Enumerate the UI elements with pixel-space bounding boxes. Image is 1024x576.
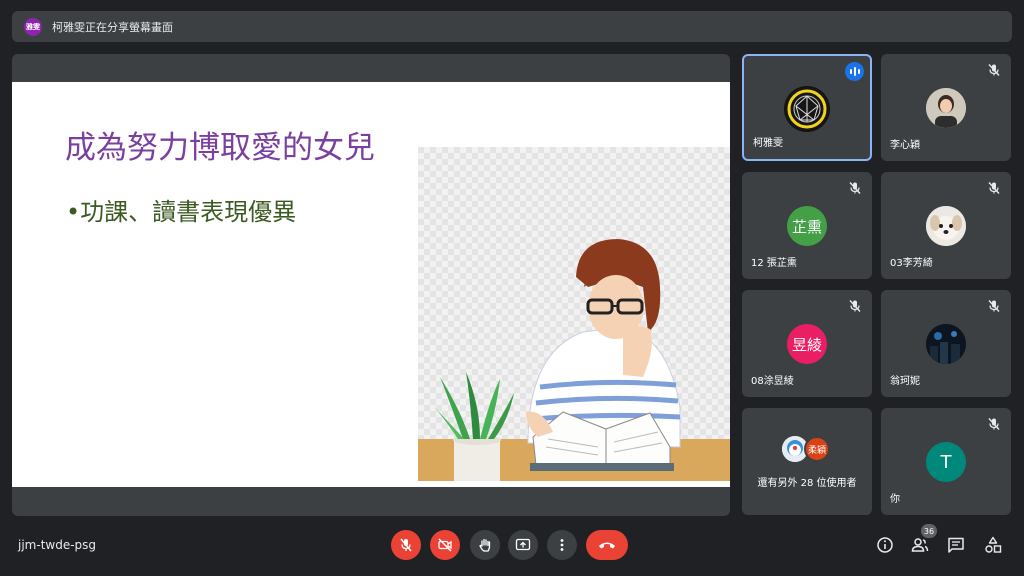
participant-tile[interactable]: 李心穎 [881,54,1011,161]
participant-name: 你 [890,494,900,505]
more-options-button[interactable] [547,530,577,560]
slide-title: 成為努力博取愛的女兒 [65,130,375,166]
more-options-icon [560,539,564,551]
end-call-icon [599,542,615,549]
presentation-stage: 成為努力博取愛的女兒 •功課、讀書表現優異 [12,54,730,516]
participant-tile-active-speaker[interactable]: 柯雅雯 [742,54,872,161]
participant-mini-avatar-initials: 柔穎 [804,436,830,462]
shared-slide: 成為努力博取愛的女兒 •功課、讀書表現優異 [12,82,730,487]
speaking-indicator-icon [845,62,864,81]
present-icon [515,538,531,551]
participant-name: 08涂昱綾 [751,376,794,387]
present-now-button[interactable] [508,530,538,560]
mic-muted-icon [988,300,1000,312]
presenter-avatar: 雅雯 [24,17,42,36]
chat-button[interactable] [946,535,966,555]
participant-avatar-photo [926,206,966,246]
participant-tile[interactable]: 芷熏 12 張芷熏 [742,172,872,279]
participant-name: 翁珂妮 [890,376,920,387]
chat-icon [948,537,964,553]
participant-avatar-initials: 芷熏 [787,206,827,246]
participant-count-badge: 36 [921,524,937,538]
participant-name: 李心穎 [890,140,920,151]
meeting-code: jjm-twde-psg [18,538,97,552]
camera-off-icon [438,538,452,552]
participant-name: 柯雅雯 [753,138,783,149]
more-participants-label: 還有另外 28 位使用者 [757,478,857,489]
participant-name: 03李芳綺 [890,258,933,269]
screen-share-banner-text: 柯雅雯正在分享螢幕畫面 [52,20,173,34]
mic-muted-icon [849,182,861,194]
toggle-microphone-button[interactable] [391,530,421,560]
activities-button[interactable] [983,535,1003,555]
raise-hand-button[interactable] [470,530,500,560]
screen-share-banner: 雅雯 柯雅雯正在分享螢幕畫面 [12,11,1012,42]
meeting-details-button[interactable] [875,535,895,555]
activities-icon [985,536,1002,553]
mic-muted-icon [988,64,1000,76]
participant-tile[interactable]: 翁珂妮 [881,290,1011,397]
participant-avatar-photo [926,324,966,364]
participant-avatar-logo [784,86,830,132]
leave-call-button[interactable] [586,530,628,560]
mic-off-icon [400,538,412,552]
mic-muted-icon [988,418,1000,430]
reading-girl-illustration [418,147,730,481]
info-icon [877,537,893,553]
more-participants-tile[interactable]: 柔穎 還有另外 28 位使用者 [742,408,872,515]
more-participants-avatars: 柔穎 [782,436,842,466]
raise-hand-icon [479,538,491,552]
toggle-camera-button[interactable] [430,530,460,560]
participant-tile[interactable]: 昱綾 08涂昱綾 [742,290,872,397]
show-everyone-button[interactable] [910,535,930,555]
mic-muted-icon [988,182,1000,194]
mic-muted-icon [849,300,861,312]
slide-bullet: •功課、讀書表現優異 [66,198,297,226]
participant-avatar-initials: T [926,442,966,482]
participant-name: 12 張芷熏 [751,258,797,269]
participant-avatar-photo [926,88,966,128]
people-icon [911,538,929,552]
participant-tile-self[interactable]: T 你 [881,408,1011,515]
participant-avatar-initials: 昱綾 [787,324,827,364]
participant-tile[interactable]: 03李芳綺 [881,172,1011,279]
